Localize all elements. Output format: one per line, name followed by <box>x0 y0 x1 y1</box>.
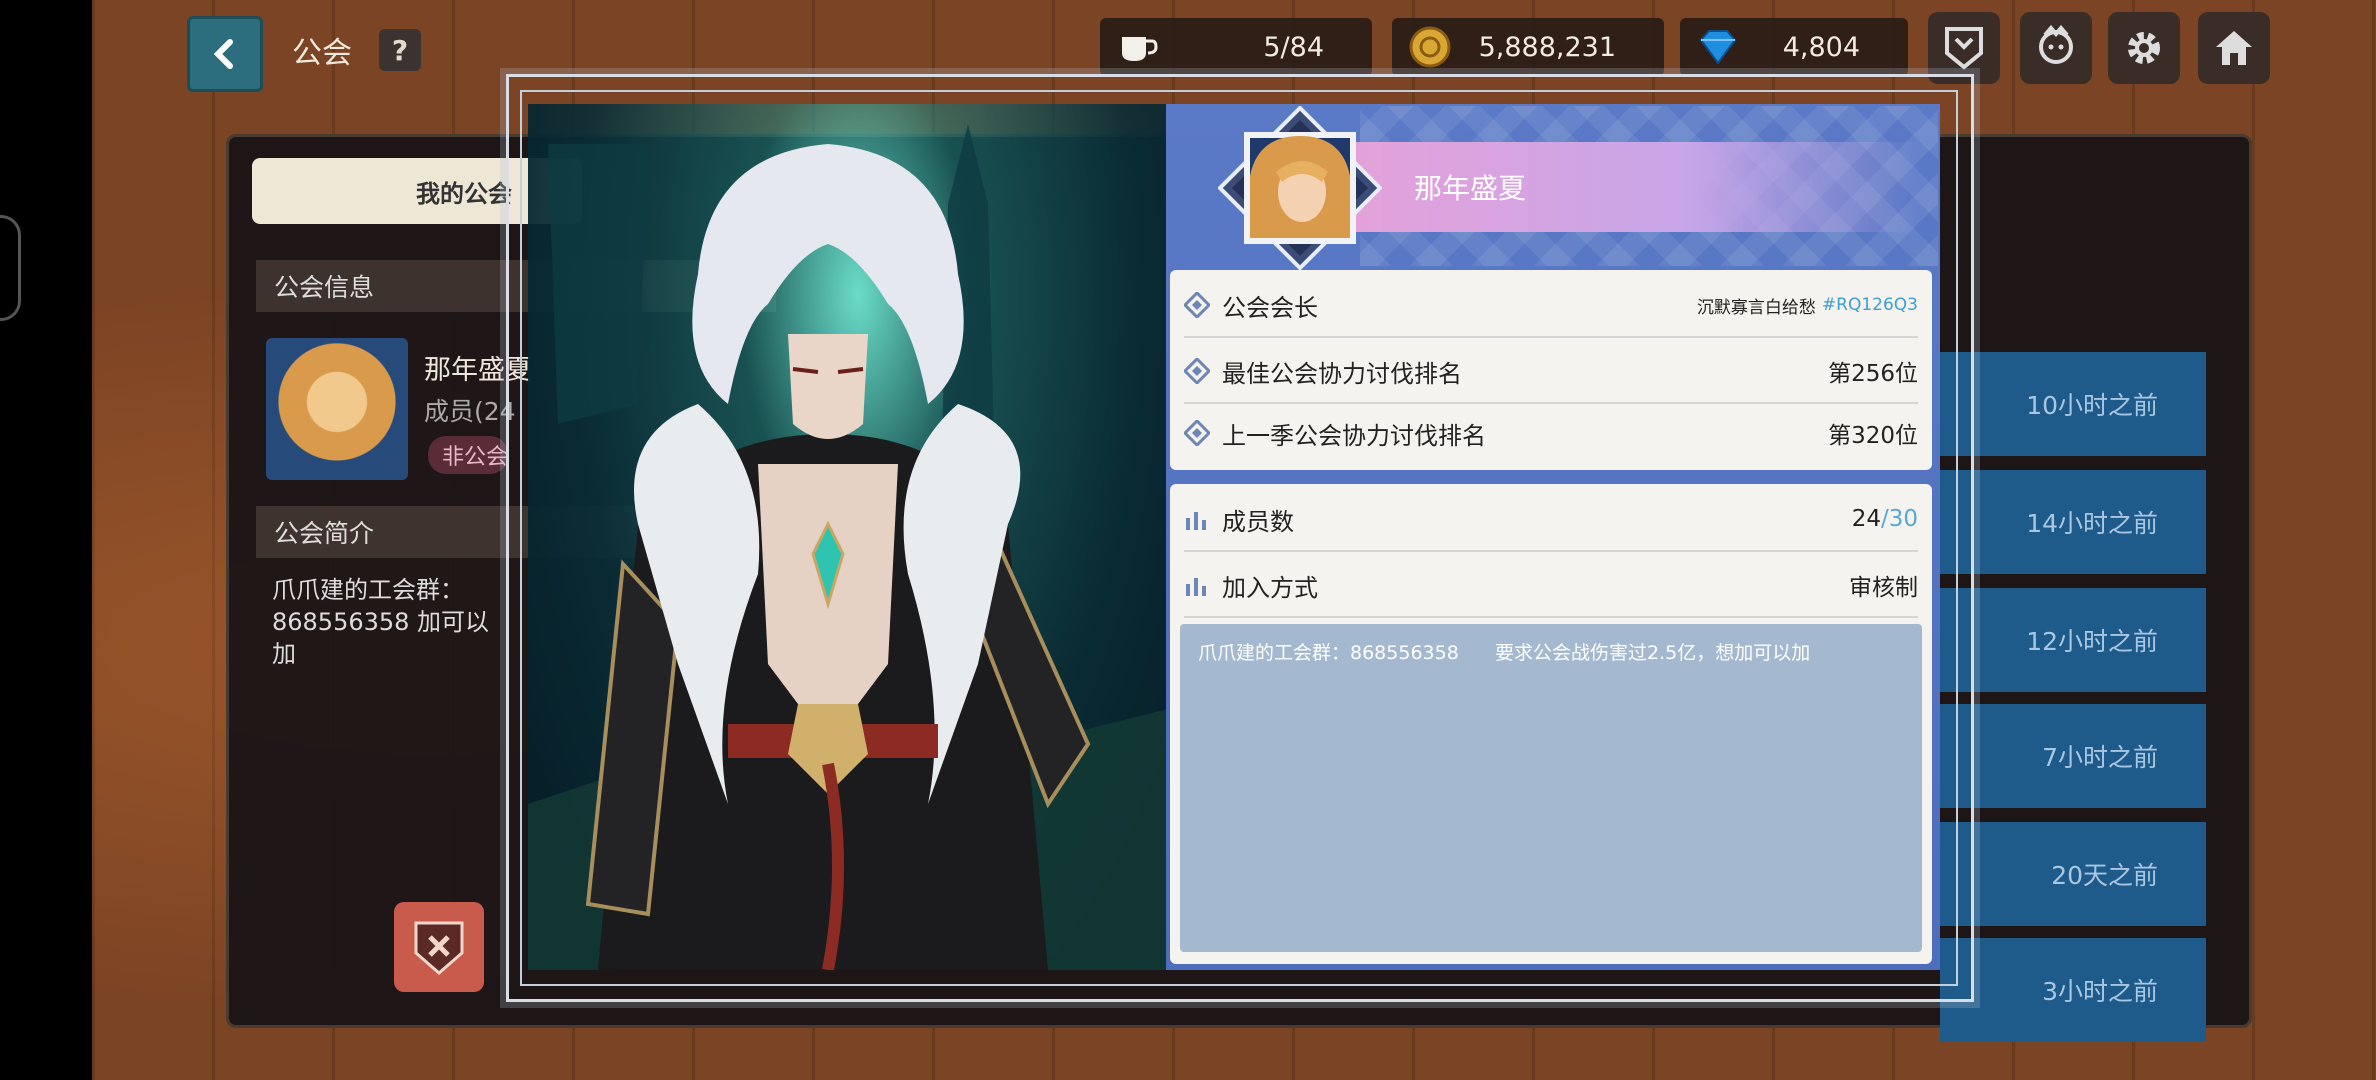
list-item-time[interactable]: 12小时之前 <box>1940 588 2206 692</box>
home-icon <box>2216 31 2252 65</box>
member-count-label: 成员数 <box>1222 507 1294 536</box>
settings-button[interactable] <box>2108 12 2180 84</box>
guild-leader-row: 公会会长 沉默寡言白给愁 #RQ126Q3 <box>1184 274 1918 338</box>
character-icon <box>2039 25 2073 64</box>
best-rank-row: 最佳公会协力讨伐排名 第256位 <box>1184 340 1918 404</box>
back-arrow-icon <box>213 39 233 69</box>
device-edge <box>0 0 92 1080</box>
guild-rank-card: 公会会长 沉默寡言白给愁 #RQ126Q3 最佳公会协力讨伐排名 第256位 上… <box>1170 270 1932 470</box>
bar-chart-icon <box>1186 512 1206 530</box>
back-button[interactable] <box>187 16 263 92</box>
member-count-max: /30 <box>1880 506 1918 532</box>
last-rank-value: 第320位 <box>1828 423 1918 449</box>
last-rank-row: 上一季公会协力讨伐排名 第320位 <box>1184 402 1918 464</box>
gem-counter[interactable]: 4,804 <box>1680 18 1908 76</box>
guild-name-banner: 那年盛夏 <box>1340 142 1920 232</box>
gold-coin-icon <box>1406 23 1454 71</box>
guild-intro-text: 爪爪建的工会群：868556358 加可以加 <box>272 576 490 668</box>
guild-leader-tag[interactable]: #RQ126Q3 <box>1822 295 1918 315</box>
bar-chart-icon <box>1186 578 1206 596</box>
list-item-time[interactable]: 7小时之前 <box>1940 704 2206 808</box>
member-count-row: 成员数 24/30 <box>1184 488 1918 552</box>
help-button[interactable]: ? <box>379 29 421 71</box>
best-rank-label: 最佳公会协力讨伐排名 <box>1222 359 1462 388</box>
guild-leader-portrait <box>528 104 1188 970</box>
guild-members: 成员(24 <box>424 397 516 426</box>
list-item-time[interactable]: 20天之前 <box>1940 822 2206 926</box>
leave-guild-icon <box>414 921 464 975</box>
gold-counter[interactable]: 5,888,231 <box>1392 18 1664 76</box>
guild-name: 那年盛夏 <box>1414 172 1527 205</box>
page-title: 公会 <box>292 36 352 71</box>
join-method-label: 加入方式 <box>1222 573 1318 602</box>
member-count-current: 24 <box>1851 506 1881 532</box>
join-method-row: 加入方式 审核制 <box>1184 554 1918 618</box>
guild-description: 爪爪建的工会群：868556358 要求公会战伤害过2.5亿，想加可以加 <box>1180 624 1922 952</box>
leave-guild-button[interactable] <box>394 902 484 992</box>
status-badge: 非公会 <box>428 436 508 474</box>
character-button[interactable] <box>2020 12 2092 84</box>
last-rank-label: 上一季公会协力讨伐排名 <box>1222 421 1486 450</box>
stamina-counter[interactable]: 5/84 <box>1100 18 1372 76</box>
guild-emblem <box>1217 105 1383 271</box>
stamina-value: 5/84 <box>1263 31 1324 63</box>
guild-members-card: 成员数 24/30 加入方式 审核制 爪爪建的工会群：868556358 要求公… <box>1170 484 1932 964</box>
list-item-time[interactable]: 10小时之前 <box>1940 352 2206 456</box>
guild-leader-name: 沉默寡言白给愁 <box>1696 297 1816 318</box>
list-item-time[interactable]: 3小时之前 <box>1940 938 2206 1042</box>
guild-avatar <box>266 338 408 480</box>
gem-value: 4,804 <box>1782 31 1860 63</box>
diamond-bullet-icon <box>1184 358 1210 384</box>
coffee-icon <box>1114 23 1162 71</box>
guild-leader-label: 公会会长 <box>1222 293 1318 322</box>
home-button[interactable] <box>2198 12 2270 84</box>
list-item-time[interactable]: 14小时之前 <box>1940 470 2206 574</box>
gem-icon <box>1694 23 1742 71</box>
diamond-bullet-icon <box>1184 420 1210 446</box>
guild-crest-icon <box>1945 27 1983 70</box>
gold-value: 5,888,231 <box>1478 31 1616 63</box>
best-rank-value: 第256位 <box>1828 361 1918 387</box>
join-method-value: 审核制 <box>1849 575 1918 601</box>
gear-icon <box>2128 32 2160 64</box>
diamond-bullet-icon <box>1184 292 1210 318</box>
